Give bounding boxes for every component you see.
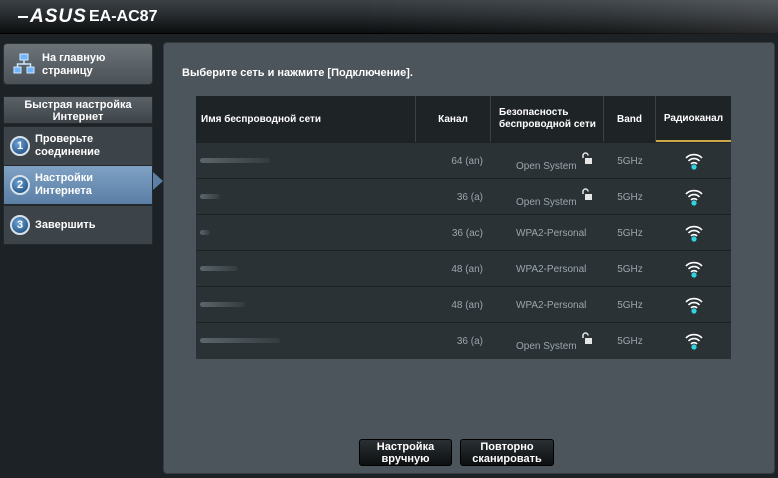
security-label: Open System — [516, 340, 577, 352]
step-number-icon: 2 — [10, 175, 30, 195]
security-label: WPA2-Personal — [516, 263, 587, 275]
network-row[interactable]: 36 (ac) WPA2-Personal 5GHz — [196, 214, 731, 250]
network-signal — [656, 287, 731, 323]
security-label: Open System — [516, 196, 577, 208]
step-number-icon: 3 — [10, 215, 30, 235]
col-ssid: Имя беспроводной сети — [196, 96, 416, 142]
network-band: 5GHz — [617, 335, 643, 347]
home-button[interactable]: На главную страницу — [3, 43, 153, 85]
security-label: WPA2-Personal — [516, 227, 587, 239]
page-instruction: Выберите сеть и нажмите [Подключение]. — [182, 67, 413, 79]
wifi-signal-icon — [684, 153, 703, 170]
network-ssid — [196, 323, 416, 359]
network-home-icon — [13, 53, 35, 74]
step-label: Проверьте соединение — [35, 133, 100, 158]
home-label: На главную страницу — [42, 52, 106, 77]
top-header: ASUS EA-AC87 — [0, 0, 778, 34]
network-band: 5GHz — [617, 191, 643, 203]
step-number-icon: 1 — [10, 136, 30, 156]
network-security: WPA2-Personal — [516, 251, 611, 287]
network-security: Open System — [516, 323, 611, 359]
network-band: 5GHz — [617, 155, 643, 167]
table-header: Имя беспроводной сети Канал Безопасность… — [196, 96, 731, 142]
security-label: Open System — [516, 160, 577, 172]
quick-setup-title: Быстрая настройка Интернет — [3, 96, 153, 124]
network-signal — [656, 251, 731, 287]
network-channel: 48 (an) — [451, 299, 483, 311]
network-security: Open System — [516, 179, 611, 215]
network-signal — [656, 143, 731, 179]
network-ssid — [196, 215, 416, 251]
network-ssid — [196, 287, 416, 323]
network-channel: 48 (an) — [451, 263, 483, 275]
network-band: 5GHz — [617, 227, 643, 239]
wifi-signal-icon — [684, 297, 703, 314]
network-ssid — [196, 143, 416, 179]
step-internet-settings[interactable]: 2 Настройки Интернета — [3, 165, 153, 205]
security-label: WPA2-Personal — [516, 299, 587, 311]
header-shine — [358, 0, 778, 34]
rescan-button[interactable]: Повторно сканировать — [460, 439, 554, 466]
unlocked-icon — [581, 332, 592, 344]
network-ssid — [196, 179, 416, 215]
network-channel: 36 (a) — [456, 191, 483, 203]
network-row[interactable]: 36 (a) Open System 5GHz — [196, 322, 731, 358]
network-row[interactable]: 36 (a) Open System 5GHz — [196, 178, 731, 214]
network-signal — [656, 215, 731, 251]
step-label: Настройки Интернета — [35, 172, 94, 197]
unlocked-icon — [581, 188, 592, 200]
network-channel: 64 (an) — [451, 155, 483, 167]
network-channel: 36 (a) — [456, 335, 483, 347]
wifi-signal-icon — [684, 189, 703, 206]
network-row[interactable]: 64 (an) Open System 5GHz — [196, 142, 731, 178]
manual-setup-button[interactable]: Настройка вручную — [359, 439, 452, 466]
active-step-arrow-icon — [153, 172, 163, 190]
network-signal — [656, 179, 731, 215]
wifi-signal-icon — [684, 225, 703, 242]
step-label: Завершить — [35, 219, 96, 231]
network-ssid — [196, 251, 416, 287]
step-finish[interactable]: 3 Завершить — [3, 205, 153, 245]
asus-logo: ASUS — [18, 6, 87, 28]
network-security: WPA2-Personal — [516, 287, 611, 323]
network-table: Имя беспроводной сети Канал Безопасность… — [196, 96, 731, 359]
unlocked-icon — [581, 152, 592, 164]
network-security: WPA2-Personal — [516, 215, 611, 251]
network-band: 5GHz — [617, 299, 643, 311]
network-security: Open System — [516, 143, 611, 179]
wifi-signal-icon — [684, 333, 703, 350]
col-security: Безопасность беспроводной сети — [491, 96, 604, 142]
model-name: EA-AC87 — [89, 8, 158, 25]
network-band: 5GHz — [617, 263, 643, 275]
col-radio: Радиоканал — [656, 96, 731, 142]
wifi-signal-icon — [684, 261, 703, 278]
network-channel: 36 (ac) — [451, 227, 483, 239]
col-band: Band — [604, 96, 656, 142]
network-row[interactable]: 48 (an) WPA2-Personal 5GHz — [196, 250, 731, 286]
network-row[interactable]: 48 (an) WPA2-Personal 5GHz — [196, 286, 731, 322]
col-channel: Канал — [416, 96, 491, 142]
step-check-connection[interactable]: 1 Проверьте соединение — [3, 126, 153, 166]
network-signal — [656, 323, 731, 359]
